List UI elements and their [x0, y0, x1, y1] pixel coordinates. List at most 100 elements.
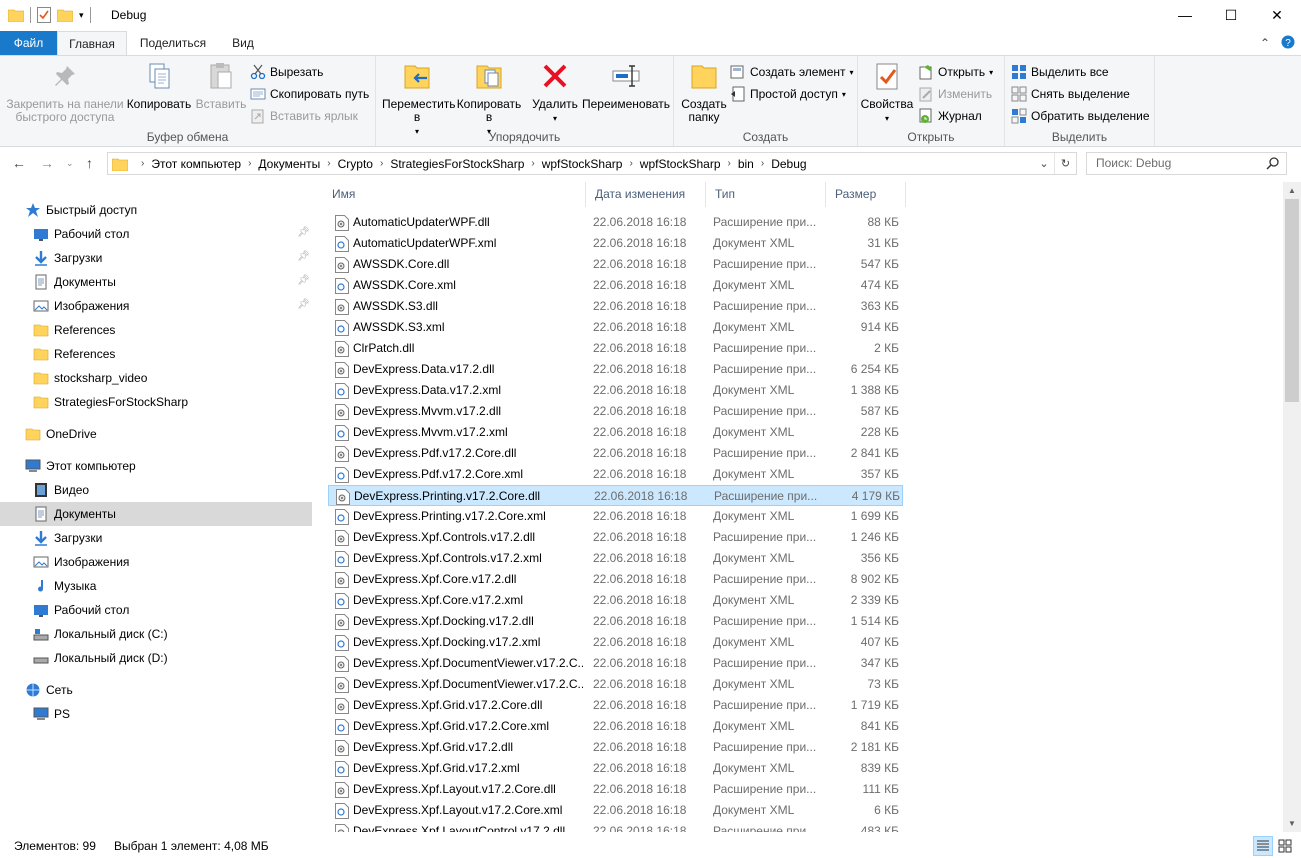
file-row[interactable]: DevExpress.Pdf.v17.2.Core.dll 22.06.2018 … [328, 443, 903, 464]
nav-item[interactable]: StrategiesForStockSharp [0, 390, 312, 414]
file-row[interactable]: AWSSDK.S3.xml 22.06.2018 16:18 Документ XM… [328, 317, 903, 338]
file-row[interactable]: DevExpress.Xpf.LayoutControl.v17.2.dll 22… [328, 821, 903, 832]
file-row[interactable]: DevExpress.Printing.v17.2.Core.xml 22.06.… [328, 506, 903, 527]
breadcrumb-item[interactable]: wpfStockSharp [640, 157, 721, 171]
nav-item[interactable]: Загрузки [0, 526, 312, 550]
breadcrumb-separator-icon[interactable]: › [761, 158, 764, 169]
cut-button[interactable]: Вырезать [250, 62, 323, 82]
pin-icon[interactable]: 📌︎ [297, 227, 310, 238]
nav-item[interactable]: Документы 📌︎ [0, 270, 312, 294]
nav-item[interactable]: References [0, 318, 312, 342]
up-arrow-icon[interactable]: ↑ [86, 155, 93, 171]
nav-item[interactable]: Сеть [0, 678, 312, 702]
refresh-icon[interactable]: ↻ [1054, 153, 1076, 174]
new-item-button[interactable]: Создать элемент ▾ [730, 62, 854, 82]
pin-quick-access-button[interactable]: Закрепить на панели быстрого доступа [6, 60, 124, 124]
file-row[interactable]: DevExpress.Xpf.Core.v17.2.dll 22.06.2018 … [328, 569, 903, 590]
scroll-down-icon[interactable]: ▼ [1283, 815, 1301, 832]
details-view-button[interactable] [1253, 836, 1273, 856]
edit-button[interactable]: Изменить [918, 84, 992, 104]
address-dropdown-icon[interactable]: ⌄ [1033, 153, 1055, 174]
copy-path-button[interactable]: Скопировать путь [250, 84, 369, 104]
nav-item[interactable]: Видео [0, 478, 312, 502]
file-row[interactable]: AutomaticUpdaterWPF.dll 22.06.2018 16:18 Р… [328, 212, 903, 233]
easy-access-button[interactable]: Простой доступ ▾ [730, 84, 846, 104]
file-row[interactable]: DevExpress.Xpf.Core.v17.2.xml 22.06.2018 … [328, 590, 903, 611]
copy-to-button[interactable]: Копировать в ▾ [454, 60, 524, 138]
tab-view[interactable]: Вид [220, 31, 266, 55]
properties-button[interactable]: Свойства ▾ [860, 60, 914, 125]
breadcrumb-item[interactable]: Документы [258, 157, 320, 171]
nav-item[interactable]: Рабочий стол [0, 598, 312, 622]
breadcrumb-item[interactable]: Crypto [338, 157, 373, 171]
new-folder-button[interactable]: Создать папку [678, 60, 730, 124]
nav-item[interactable]: Загрузки 📌︎ [0, 246, 312, 270]
pin-icon[interactable]: 📌︎ [297, 299, 310, 310]
file-row[interactable]: DevExpress.Xpf.Grid.v17.2.xml 22.06.2018 … [328, 758, 903, 779]
nav-item[interactable]: Рабочий стол 📌︎ [0, 222, 312, 246]
open-button[interactable]: Открыть ▾ [918, 62, 993, 82]
file-row[interactable]: DevExpress.Xpf.DocumentViewer.v17.2.C...… [328, 674, 903, 695]
select-all-button[interactable]: Выделить все [1011, 62, 1109, 82]
file-row[interactable]: DevExpress.Pdf.v17.2.Core.xml 22.06.2018 … [328, 464, 903, 485]
file-row[interactable]: DevExpress.Xpf.Controls.v17.2.dll 22.06.2… [328, 527, 903, 548]
file-row[interactable]: DevExpress.Data.v17.2.xml 22.06.2018 16:1… [328, 380, 903, 401]
delete-button[interactable]: Удалить ▾ [528, 60, 582, 125]
maximize-button[interactable]: ☐ [1208, 0, 1254, 30]
nav-item[interactable]: Документы [0, 502, 312, 526]
breadcrumb-item[interactable]: Debug [771, 157, 806, 171]
rename-button[interactable]: Переименовать [580, 60, 672, 111]
nav-item[interactable]: PS [0, 702, 312, 726]
forward-arrow-icon[interactable]: → [40, 155, 54, 171]
scrollbar-thumb[interactable] [1285, 199, 1299, 402]
file-row[interactable]: AutomaticUpdaterWPF.xml 22.06.2018 16:18 Д… [328, 233, 903, 254]
column-header-name[interactable]: Имя [323, 182, 586, 207]
file-row[interactable]: AWSSDK.S3.dll 22.06.2018 16:18 Расширение … [328, 296, 903, 317]
select-none-button[interactable]: Снять выделение [1011, 84, 1130, 104]
invert-selection-button[interactable]: Обратить выделение [1011, 106, 1150, 126]
address-bar[interactable]: › Этот компьютер › Документы › Crypto › Strateg… [107, 152, 1077, 175]
file-row[interactable]: DevExpress.Xpf.Grid.v17.2.Core.xml 22.06.… [328, 716, 903, 737]
column-header-size[interactable]: Размер [826, 182, 906, 207]
nav-item[interactable]: stocksharp_video [0, 366, 312, 390]
nav-item[interactable]: Музыка [0, 574, 312, 598]
breadcrumb-separator-icon[interactable]: › [380, 158, 383, 169]
back-arrow-icon[interactable]: ← [12, 155, 26, 171]
file-row[interactable]: DevExpress.Data.v17.2.dll 22.06.2018 16:1… [328, 359, 903, 380]
recent-locations-icon[interactable]: ⌄ [66, 158, 74, 169]
file-row[interactable]: AWSSDK.Core.xml 22.06.2018 16:18 Документ … [328, 275, 903, 296]
paste-shortcut-button[interactable]: Вставить ярлык [250, 106, 358, 126]
pin-icon[interactable]: 📌︎ [297, 275, 310, 286]
file-row[interactable]: DevExpress.Mvvm.v17.2.xml 22.06.2018 16:1… [328, 422, 903, 443]
help-icon[interactable]: ? [1281, 35, 1295, 52]
breadcrumb-separator-icon[interactable]: › [248, 158, 251, 169]
new-folder-icon[interactable] [57, 8, 73, 22]
vertical-scrollbar[interactable]: ▲ ▼ [1283, 182, 1301, 832]
breadcrumb-item[interactable]: StrategiesForStockSharp [390, 157, 524, 171]
file-row[interactable]: DevExpress.Xpf.Layout.v17.2.Core.xml 22.0… [328, 800, 903, 821]
file-row[interactable]: DevExpress.Xpf.DocumentViewer.v17.2.C...… [328, 653, 903, 674]
file-row[interactable]: AWSSDK.Core.dll 22.06.2018 16:18 Расширени… [328, 254, 903, 275]
file-row[interactable]: DevExpress.Printing.v17.2.Core.dll 22.06.… [328, 485, 903, 506]
tab-file[interactable]: Файл [0, 31, 57, 55]
customize-dropdown-icon[interactable]: ▾ [79, 10, 84, 21]
file-row[interactable]: DevExpress.Xpf.Grid.v17.2.dll 22.06.2018 … [328, 737, 903, 758]
file-row[interactable]: DevExpress.Xpf.Controls.v17.2.xml 22.06.2… [328, 548, 903, 569]
breadcrumb-separator-icon[interactable]: › [531, 158, 534, 169]
copy-button[interactable]: Копировать [126, 60, 192, 111]
move-to-button[interactable]: Переместить в ▾ [382, 60, 456, 138]
column-header-date[interactable]: Дата изменения [586, 182, 706, 207]
nav-item[interactable]: Локальный диск (C:) [0, 622, 312, 646]
file-row[interactable]: ClrPatch.dll 22.06.2018 16:18 Расширение п… [328, 338, 903, 359]
pin-icon[interactable]: 📌︎ [297, 251, 310, 262]
large-icons-view-button[interactable] [1275, 836, 1295, 856]
column-header-type[interactable]: Тип [706, 182, 826, 207]
file-row[interactable]: DevExpress.Xpf.Grid.v17.2.Core.dll 22.06.… [328, 695, 903, 716]
file-row[interactable]: DevExpress.Mvvm.v17.2.dll 22.06.2018 16:1… [328, 401, 903, 422]
nav-item[interactable]: Локальный диск (D:) [0, 646, 312, 670]
nav-item[interactable]: Изображения 📌︎ [0, 294, 312, 318]
breadcrumb-item[interactable]: bin [738, 157, 754, 171]
nav-item[interactable]: References [0, 342, 312, 366]
breadcrumb-separator-icon[interactable]: › [141, 158, 144, 169]
history-button[interactable]: Журнал [918, 106, 982, 126]
